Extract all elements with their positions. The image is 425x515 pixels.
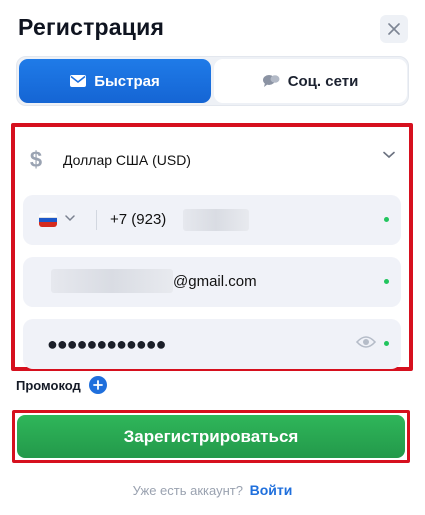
- email-status-dot: [384, 279, 389, 284]
- blurred-phone-digits: [183, 209, 249, 231]
- tab-social[interactable]: Соц. сети: [214, 59, 407, 103]
- email-field[interactable]: @gmail.com: [23, 257, 401, 307]
- login-question: Уже есть аккаунт?: [132, 483, 243, 498]
- dollar-icon: $: [29, 147, 43, 172]
- promo-label: Промокод: [16, 377, 81, 393]
- email-input[interactable]: @gmail.com: [173, 273, 257, 290]
- phone-status-dot: [384, 217, 389, 222]
- password-status-dot: [384, 341, 389, 346]
- register-button[interactable]: Зарегистрироваться: [17, 415, 405, 458]
- registration-tabs: Быстрая Соц. сети: [16, 56, 409, 106]
- eye-icon[interactable]: [356, 335, 376, 349]
- tab-fast[interactable]: Быстрая: [19, 59, 211, 103]
- tab-social-label: Соц. сети: [287, 72, 359, 90]
- password-field[interactable]: ●●●●●●●●●●●●: [23, 319, 401, 369]
- phone-field[interactable]: +7 (923): [23, 195, 401, 245]
- phone-input[interactable]: +7 (923): [110, 211, 166, 228]
- envelope-icon: [70, 75, 87, 87]
- login-link[interactable]: Войти: [250, 482, 293, 498]
- chevron-down-icon: [383, 151, 395, 159]
- currency-value: Доллар США (USD): [63, 152, 191, 168]
- phone-divider: [96, 210, 97, 230]
- tab-fast-label: Быстрая: [94, 72, 160, 90]
- registration-form: $ Доллар США (USD) +7 (923) @gmail.com ●…: [11, 123, 413, 371]
- chat-bubbles-icon: [262, 75, 280, 87]
- country-chevron-down-icon[interactable]: [65, 215, 75, 222]
- russia-flag-icon[interactable]: [39, 213, 57, 227]
- password-input[interactable]: ●●●●●●●●●●●●: [47, 334, 166, 355]
- login-prompt: Уже есть аккаунт? Войти: [0, 482, 425, 498]
- currency-select[interactable]: $ Доллар США (USD): [23, 135, 403, 185]
- submit-highlight: Зарегистрироваться: [12, 410, 410, 463]
- close-button[interactable]: [380, 15, 408, 43]
- page-title: Регистрация: [18, 14, 165, 40]
- plus-circle-icon[interactable]: [88, 376, 107, 394]
- promo-code-toggle[interactable]: Промокод: [16, 376, 107, 394]
- blurred-email-username: [51, 269, 173, 293]
- close-icon: [388, 23, 400, 35]
